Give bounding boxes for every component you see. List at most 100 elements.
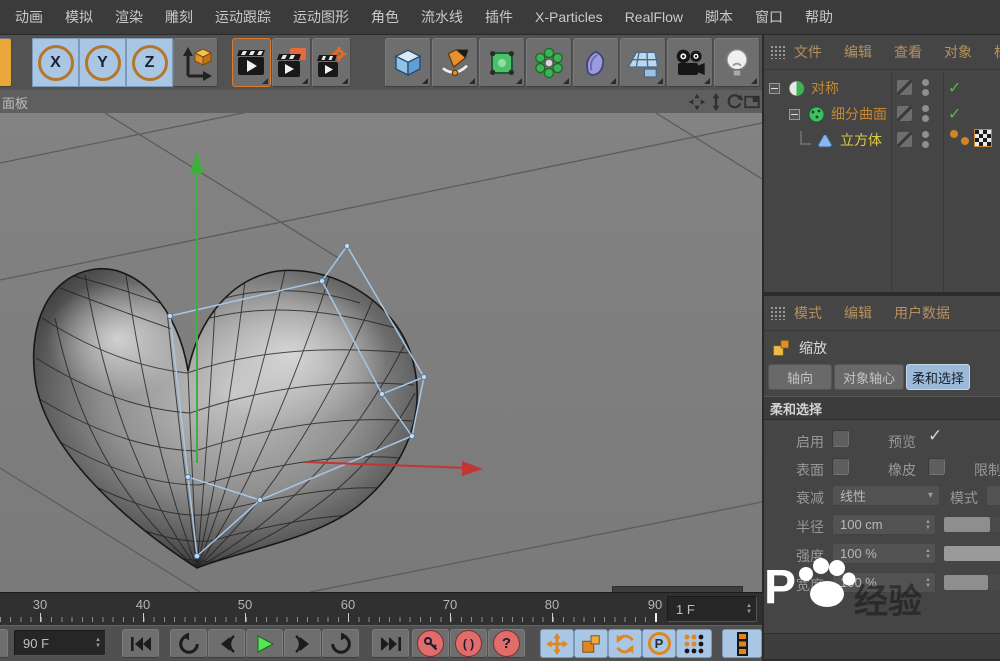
add-cube-object-button[interactable]: [385, 38, 431, 87]
menu-xparticles[interactable]: X-Particles: [524, 0, 614, 34]
enable-checkbox[interactable]: [832, 430, 849, 447]
rubber-checkbox[interactable]: [928, 458, 945, 475]
om-menu-view[interactable]: 查看: [894, 42, 922, 62]
radius-slider[interactable]: [944, 517, 1000, 532]
menu-realflow[interactable]: RealFlow: [614, 0, 694, 34]
add-camera-button[interactable]: [667, 38, 713, 87]
next-frame-button[interactable]: [284, 629, 321, 658]
menu-render[interactable]: 渲染: [104, 0, 154, 34]
visibility-dots[interactable]: [922, 131, 929, 148]
end-frame-field[interactable]: 90 F ▲▼: [14, 630, 106, 656]
enable-check[interactable]: ✓: [948, 104, 961, 124]
keyframe-selection-button[interactable]: ?: [488, 629, 525, 658]
menu-motion-tracker[interactable]: 运动跟踪: [204, 0, 282, 34]
viewport-pan-icon[interactable]: [688, 93, 706, 111]
add-environment-floor-button[interactable]: [620, 38, 666, 87]
expander-icon[interactable]: [789, 109, 800, 120]
preview-checkmark[interactable]: ✓: [928, 426, 942, 446]
object-row-subdivision-surface[interactable]: 细分曲面: [764, 101, 1000, 127]
display-checker-tag[interactable]: [974, 129, 992, 147]
om-menu-tags[interactable]: 标签: [994, 42, 1000, 62]
tab-axis[interactable]: 轴向: [768, 364, 832, 390]
object-row-symmetry[interactable]: 对称: [764, 75, 1000, 101]
menu-animation[interactable]: 动画: [4, 0, 54, 34]
menu-pipeline[interactable]: 流水线: [410, 0, 474, 34]
playhead[interactable]: [655, 613, 657, 622]
strength-slider[interactable]: [944, 546, 1000, 561]
am-menu-userdata[interactable]: 用户数据: [894, 303, 950, 323]
lock-y-axis-button[interactable]: Y: [79, 38, 126, 87]
previous-key-button[interactable]: [170, 629, 207, 658]
autokey-button[interactable]: ( ): [450, 629, 487, 658]
lock-x-axis-button[interactable]: X: [32, 38, 79, 87]
render-settings-button[interactable]: [312, 38, 351, 87]
viewport-layout-toggle-icon[interactable]: [743, 93, 761, 111]
play-button[interactable]: [246, 629, 283, 658]
timeline-mode-button[interactable]: [722, 629, 762, 658]
key-pla-button[interactable]: [676, 629, 712, 658]
strength-field[interactable]: 100 % ▲▼: [832, 543, 936, 564]
radius-field[interactable]: 100 cm ▲▼: [832, 514, 936, 535]
viewport-zoom-icon[interactable]: [707, 93, 725, 111]
viewport-panel-menu[interactable]: 面板: [2, 93, 28, 112]
go-to-end-button[interactable]: [372, 629, 409, 658]
viewport-rotate-icon[interactable]: [726, 93, 744, 111]
viewport-canvas[interactable]: 网格间距 : 100 cm: [0, 113, 762, 592]
tag-dot[interactable]: [961, 137, 969, 145]
lock-z-axis-button[interactable]: Z: [126, 38, 173, 87]
add-subdivision-surface-button[interactable]: [479, 38, 525, 87]
expander-icon[interactable]: [769, 83, 780, 94]
add-deformer-button[interactable]: [573, 38, 619, 87]
next-key-button[interactable]: [322, 629, 359, 658]
add-array-object-button[interactable]: [526, 38, 572, 87]
layer-toggle[interactable]: [897, 80, 912, 95]
phong-tag-dot[interactable]: [950, 130, 958, 138]
om-menu-edit[interactable]: 编辑: [844, 42, 872, 62]
menu-character[interactable]: 角色: [360, 0, 410, 34]
menu-plugins[interactable]: 插件: [474, 0, 524, 34]
key-rotation-button[interactable]: [608, 629, 642, 658]
menu-mograph[interactable]: 运动图形: [282, 0, 360, 34]
mode-dropdown-clipped[interactable]: [986, 485, 1000, 506]
add-light-button[interactable]: [714, 38, 760, 87]
clipped-tool-button[interactable]: [0, 38, 12, 87]
am-menu-edit[interactable]: 编辑: [844, 303, 872, 323]
panel-grip-icon[interactable]: [770, 45, 786, 59]
previous-frame-button[interactable]: [208, 629, 245, 658]
menu-simulate[interactable]: 模拟: [54, 0, 104, 34]
key-parameter-button[interactable]: P: [642, 629, 676, 658]
om-menu-object[interactable]: 对象: [944, 42, 972, 62]
panel-grip-icon[interactable]: [770, 306, 786, 320]
width-slider[interactable]: [944, 575, 1000, 590]
width-field[interactable]: 100 % ▲▼: [832, 572, 936, 593]
visibility-dots[interactable]: [922, 79, 929, 96]
width-stepper[interactable]: ▲▼: [921, 577, 935, 589]
add-spline-pen-button[interactable]: [432, 38, 478, 87]
render-to-picture-viewer-button[interactable]: [272, 38, 311, 87]
clipped-transport-button[interactable]: [0, 629, 8, 658]
om-menu-file[interactable]: 文件: [794, 42, 822, 62]
key-scale-button[interactable]: [574, 629, 608, 658]
layer-toggle[interactable]: [897, 132, 912, 147]
am-menu-mode[interactable]: 模式: [794, 303, 822, 323]
tab-object-axis[interactable]: 对象轴心: [834, 364, 904, 390]
key-position-button[interactable]: [540, 629, 574, 658]
end-frame-stepper[interactable]: ▲▼: [91, 637, 105, 649]
soft-selection-section-header[interactable]: 柔和选择: [764, 396, 1000, 420]
surface-checkbox[interactable]: [832, 458, 849, 475]
current-frame-field[interactable]: 1 F ▲▼: [667, 596, 757, 622]
menu-script[interactable]: 脚本: [694, 0, 744, 34]
coordinate-system-button[interactable]: [173, 38, 218, 87]
menu-help[interactable]: 帮助: [794, 0, 844, 34]
visibility-dots[interactable]: [922, 105, 929, 122]
layer-toggle[interactable]: [897, 106, 912, 121]
radius-stepper[interactable]: ▲▼: [921, 519, 935, 531]
frame-stepper[interactable]: ▲▼: [742, 603, 756, 615]
menu-window[interactable]: 窗口: [744, 0, 794, 34]
timeline-ruler[interactable]: 30 40 50 60 70 80 90 1 F ▲▼: [0, 592, 762, 625]
render-view-button[interactable]: [232, 38, 271, 87]
tab-soft-selection[interactable]: 柔和选择: [906, 364, 970, 390]
enable-check[interactable]: ✓: [948, 78, 961, 98]
record-keyframe-button[interactable]: [412, 629, 449, 658]
strength-stepper[interactable]: ▲▼: [921, 548, 935, 560]
